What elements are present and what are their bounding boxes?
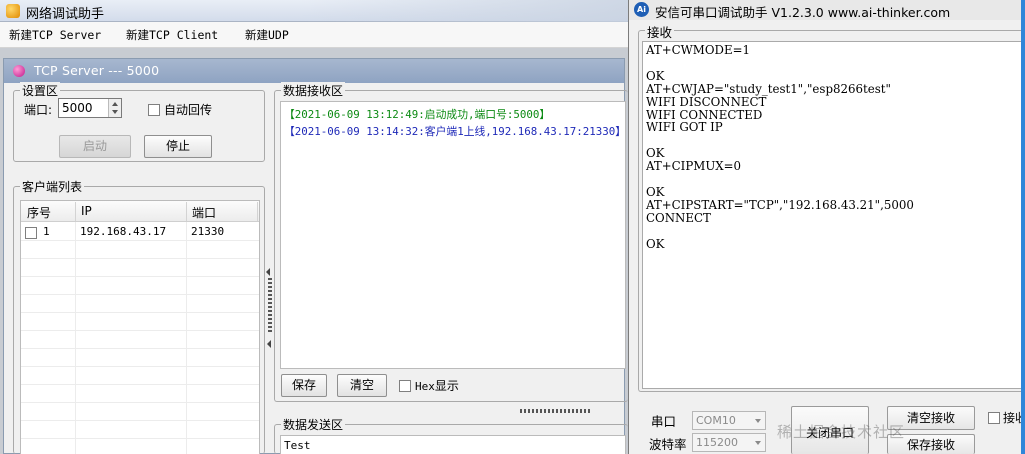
baud-rate-label: 波特率 — [649, 437, 687, 452]
right-window-title: 安信可串口调试助手 V1.2.3.0 www.ai-thinker.com — [655, 5, 951, 20]
auto-reply-label: 自动回传 — [164, 103, 213, 117]
ai-thinker-logo-icon: Ai — [634, 2, 649, 17]
menu-new-udp[interactable]: 新建UDP — [245, 27, 289, 43]
grid-line — [21, 402, 259, 403]
serial-port-select[interactable]: COM10 — [692, 411, 766, 430]
horizontal-splitter-handle[interactable] — [520, 409, 590, 413]
titlebar-shade — [300, 0, 628, 22]
receive-line: 【2021-06-09 13:12:49:启动成功,端口号:5000】 — [284, 108, 551, 121]
collapse-left-arrow-icon[interactable] — [266, 268, 270, 276]
app-icon — [6, 4, 20, 18]
start-button[interactable]: 启动 — [59, 135, 131, 158]
hex-display-label-prefix: Hex — [415, 380, 435, 393]
receive-textarea[interactable]: 【2021-06-09 13:12:49:启动成功,端口号:5000】 【202… — [280, 101, 626, 369]
client-table-header: 序号 IP 端口 — [21, 201, 259, 222]
vertical-splitter-handle[interactable] — [268, 278, 272, 334]
baud-rate-select[interactable]: 115200 — [692, 433, 766, 452]
tcp-server-title: TCP Server --- 5000 — [34, 63, 160, 78]
column-header-ip[interactable]: IP — [81, 204, 92, 218]
column-separator[interactable] — [186, 202, 187, 221]
hex-display-label-suffix: 显示 — [434, 379, 459, 393]
port-label: 端口: — [24, 103, 53, 117]
settings-group: 设置区 端口: 自动回传 启动 停止 — [13, 82, 265, 162]
serial-receive-textarea[interactable]: AT+CWMODE=1 OK AT+CWJAP="study_test1","e… — [642, 41, 1022, 389]
serial-port-label: 串口 — [651, 414, 677, 429]
client-port-cell: 21330 — [191, 225, 225, 238]
save-button[interactable]: 保存 — [281, 374, 327, 397]
hex-display-label: Hex显示 — [415, 377, 459, 394]
right-titlebar[interactable]: Ai 安信可串口调试助手 V1.2.3.0 www.ai-thinker.com — [629, 0, 1025, 20]
client-list-legend: 客户端列表 — [20, 178, 85, 195]
grid-line — [21, 384, 259, 385]
save-receive-button[interactable]: 保存接收 — [887, 434, 975, 454]
grid-line — [21, 276, 259, 277]
client-ip-cell: 192.168.43.17 — [80, 225, 167, 238]
serial-receive-group: 接收 AT+CWMODE=1 OK AT+CWJAP="study_test1"… — [638, 22, 1025, 392]
column-header-index[interactable]: 序号 — [27, 204, 51, 221]
port-spinner[interactable] — [108, 99, 121, 117]
client-index-cell: 1 — [43, 225, 50, 238]
grid-line — [21, 366, 259, 367]
grid-line — [21, 312, 259, 313]
client-list-group: 客户端列表 序号 IP 端口 1 192.168.43.17 21330 — [13, 178, 265, 454]
grid-line — [21, 240, 259, 241]
close-port-button[interactable]: 关闭串口 — [791, 406, 869, 454]
grid-line — [21, 294, 259, 295]
left-window-title: 网络调试助手 — [26, 7, 105, 22]
clear-receive-button[interactable]: 清空接收 — [887, 406, 975, 430]
collapse-left-arrow-icon[interactable] — [267, 340, 271, 348]
server-status-icon — [13, 65, 25, 77]
auto-reply-checkbox[interactable] — [148, 104, 160, 116]
stop-button[interactable]: 停止 — [144, 135, 212, 158]
send-group: 数据发送区 Test — [274, 416, 628, 454]
receive-line: 【2021-06-09 13:14:32:客户端1上线,192.168.43.1… — [284, 125, 627, 138]
send-legend: 数据发送区 — [281, 416, 346, 433]
client-row-checkbox[interactable] — [25, 227, 37, 239]
tcp-server-titlebar[interactable]: TCP Server --- 5000 — [4, 59, 624, 83]
column-separator[interactable] — [257, 202, 258, 221]
grid-line — [21, 348, 259, 349]
window-edge-accent — [1021, 0, 1025, 454]
chevron-down-icon — [755, 441, 761, 445]
client-table: 序号 IP 端口 1 192.168.43.17 21330 — [20, 200, 260, 454]
receive-group: 数据接收区 【2021-06-09 13:12:49:启动成功,端口号:5000… — [274, 82, 628, 402]
settings-legend: 设置区 — [20, 82, 61, 99]
network-debug-window: 网络调试助手 新建TCP Server 新建TCP Client 新建UDP T… — [0, 0, 628, 454]
serial-receive-text: AT+CWMODE=1 OK AT+CWJAP="study_test1","e… — [646, 43, 914, 251]
serial-port-value: COM10 — [696, 414, 736, 427]
grid-line — [21, 330, 259, 331]
grid-line — [21, 438, 259, 439]
serial-debug-window: Ai 安信可串口调试助手 V1.2.3.0 www.ai-thinker.com… — [628, 0, 1025, 454]
chevron-down-icon — [755, 419, 761, 423]
left-titlebar[interactable]: 网络调试助手 — [0, 0, 628, 22]
clear-button[interactable]: 清空 — [337, 374, 387, 397]
menu-new-tcp-client[interactable]: 新建TCP Client — [126, 27, 218, 43]
serial-controls: 串口 COM10 波特率 115200 关闭串口 清空接收 保存接收 接收 稀土… — [629, 395, 1025, 454]
receive-checkbox[interactable] — [988, 412, 1000, 424]
send-text: Test — [284, 439, 311, 452]
grid-line — [21, 258, 259, 259]
column-separator[interactable] — [75, 202, 76, 221]
grid-line — [21, 420, 259, 421]
baud-rate-value: 115200 — [696, 436, 738, 449]
menubar: 新建TCP Server 新建TCP Client 新建UDP — [0, 22, 628, 48]
serial-receive-legend: 接收 — [645, 22, 675, 41]
receive-legend: 数据接收区 — [281, 82, 346, 99]
column-header-port[interactable]: 端口 — [192, 204, 216, 221]
hex-display-checkbox[interactable] — [399, 380, 411, 392]
send-textarea[interactable]: Test — [280, 435, 626, 454]
menu-new-tcp-server[interactable]: 新建TCP Server — [9, 27, 101, 43]
